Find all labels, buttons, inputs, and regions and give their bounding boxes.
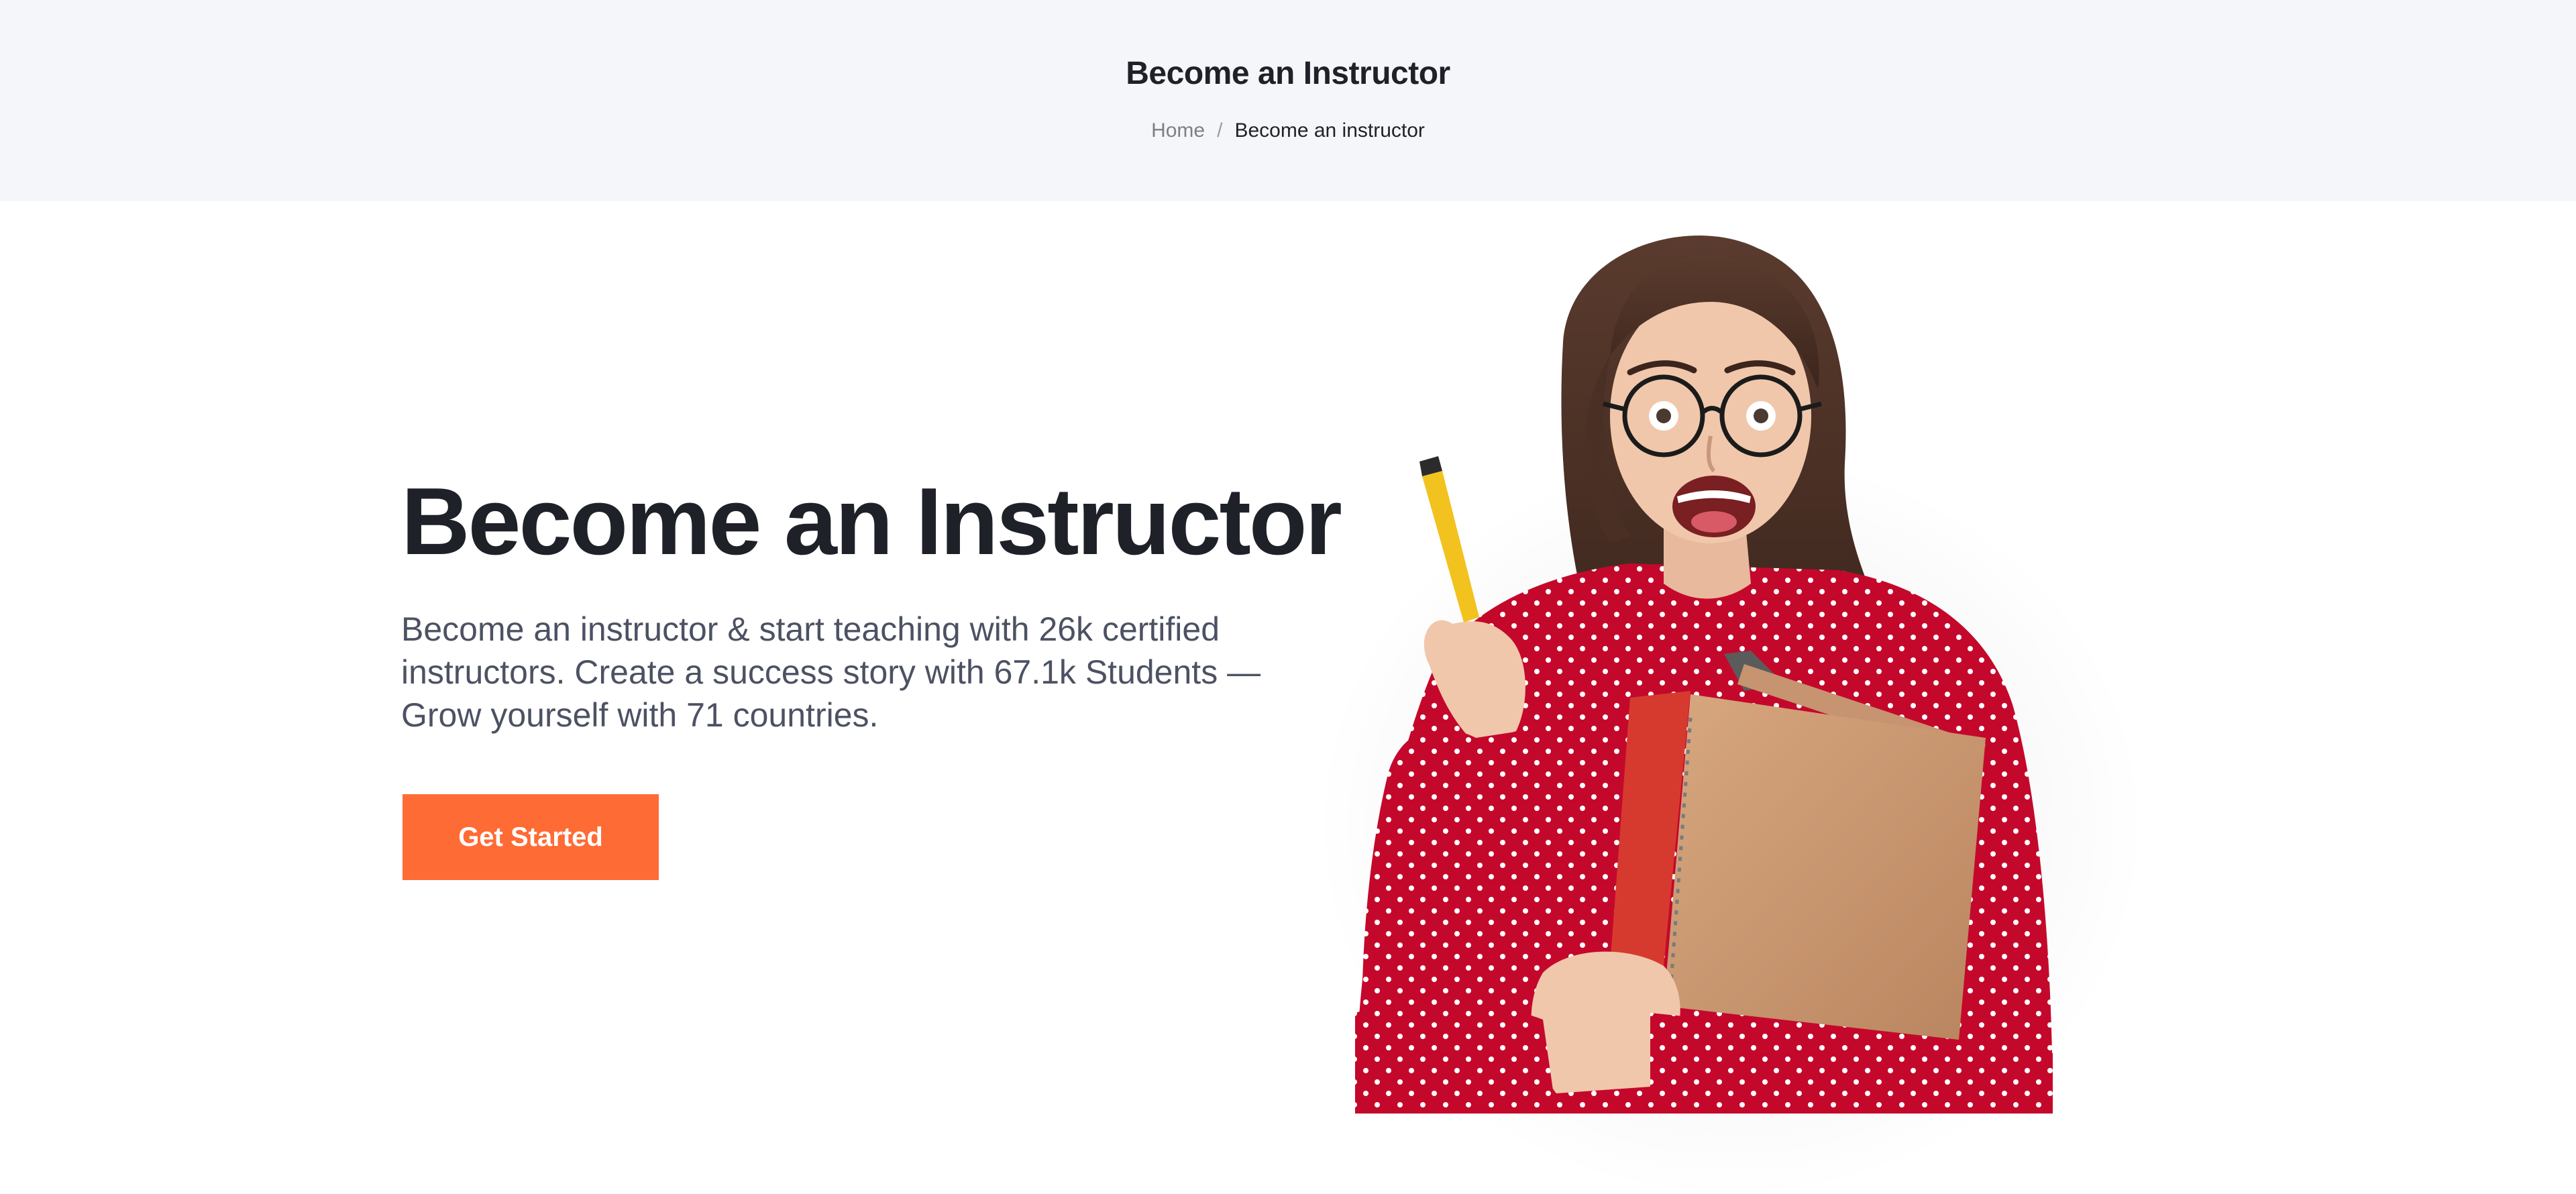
hero-title: Become an Instructor [401, 468, 1342, 575]
page-title: Become an Instructor [1126, 56, 1450, 91]
breadcrumb: Home / Become an instructor [0, 119, 2576, 142]
breadcrumb-home-link[interactable]: Home [1151, 119, 1205, 142]
breadcrumb-current: Become an instructor [1234, 119, 1425, 142]
breadcrumb-separator: / [1217, 119, 1223, 142]
page-header: Become an Instructor Home / Become an inst… [0, 0, 2576, 201]
notebook [1664, 694, 1986, 1040]
hero-image [1315, 221, 2174, 1194]
get-started-button[interactable]: Get Started [402, 794, 659, 880]
hero-description: Become an instructor & start teaching wi… [401, 610, 1261, 734]
student-illustration [1315, 235, 2147, 1194]
